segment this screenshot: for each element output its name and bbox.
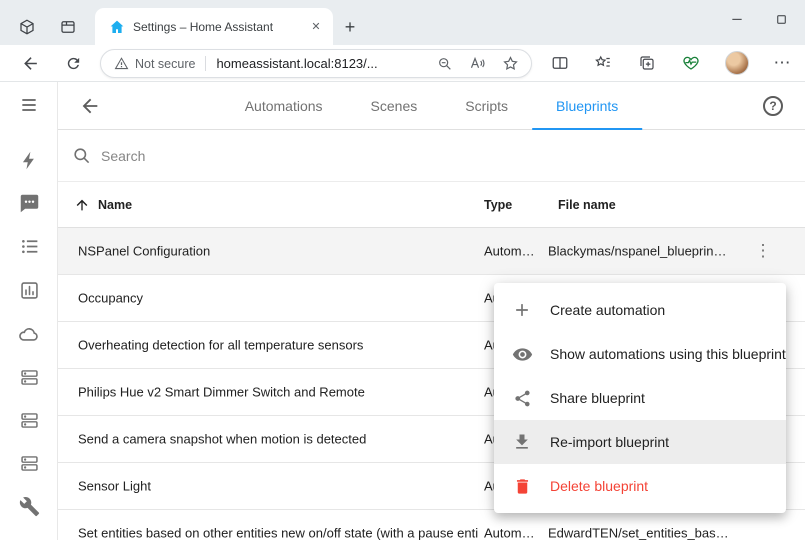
row-file: Blackymas/nspanel_blueprin… [548, 244, 726, 259]
row-name: Set entities based on other entities new… [78, 526, 478, 540]
sidebar-nas-3-icon[interactable] [18, 452, 40, 474]
browser-toolbar: Not secure homeassistant.local:8123/... … [0, 45, 805, 82]
split-screen-icon[interactable] [547, 50, 573, 76]
menu-item-create-automation[interactable]: Create automation [494, 288, 786, 332]
blueprint-context-menu: Create automation Show automations using… [494, 283, 786, 513]
browser-tab[interactable]: Settings – Home Assistant ✕ [95, 8, 333, 45]
browser-back-icon[interactable] [17, 50, 43, 76]
row-name: Occupancy [78, 291, 143, 306]
refresh-icon[interactable] [60, 50, 86, 76]
workspaces-icon[interactable] [15, 15, 39, 39]
row-name: Philips Hue v2 Smart Dimmer Switch and R… [78, 385, 365, 400]
ha-header: Automations Scenes Scripts Blueprints ? [58, 82, 805, 130]
row-type: Autom… [484, 526, 535, 540]
row-type: Autom… [484, 244, 535, 259]
menu-item-share-blueprint[interactable]: Share blueprint [494, 376, 786, 420]
new-tab-button[interactable]: + [338, 15, 362, 39]
window-maximize-button[interactable] [764, 6, 798, 32]
read-aloud-icon[interactable] [469, 55, 486, 72]
tab-close-icon[interactable]: ✕ [307, 18, 325, 36]
not-secure-warning-icon [114, 56, 129, 71]
plus-icon [510, 298, 534, 322]
tab-actions-icon[interactable] [56, 15, 80, 39]
home-assistant-favicon [109, 19, 125, 35]
search-row [58, 130, 805, 182]
menu-item-delete-blueprint[interactable]: Delete blueprint [494, 464, 786, 508]
ha-back-icon[interactable] [79, 95, 101, 117]
row-name: Overheating detection for all temperatur… [78, 338, 363, 353]
address-divider [205, 56, 206, 71]
sidebar-history-icon[interactable] [18, 279, 40, 301]
window-minimize-button[interactable] [720, 6, 754, 32]
favorite-star-icon[interactable] [502, 55, 519, 72]
sort-arrow-up-icon[interactable] [74, 197, 90, 213]
ha-sidebar [0, 82, 58, 540]
browser-essentials-icon[interactable] [678, 50, 704, 76]
trash-icon [510, 474, 534, 498]
tab-title: Settings – Home Assistant [133, 20, 307, 34]
sidebar-developer-tools-icon[interactable] [18, 495, 40, 517]
menu-item-label: Share blueprint [550, 390, 645, 406]
more-menu-icon[interactable]: ⋯ [769, 50, 795, 76]
menu-item-label: Re-import blueprint [550, 434, 669, 450]
row-name: Send a camera snapshot when motion is de… [78, 432, 366, 447]
tab-blueprints[interactable]: Blueprints [532, 82, 642, 130]
sidebar-nas-1-icon[interactable] [18, 366, 40, 388]
tab-automations[interactable]: Automations [221, 82, 347, 130]
not-secure-label: Not secure [135, 57, 195, 71]
sidebar-energy-icon[interactable] [18, 149, 40, 171]
tab-scripts[interactable]: Scripts [441, 82, 532, 130]
favorites-hub-icon[interactable] [590, 50, 616, 76]
search-icon [72, 146, 91, 165]
sidebar-cloud-icon[interactable] [18, 323, 40, 345]
row-name: Sensor Light [78, 479, 151, 494]
sidebar-logbook-icon[interactable] [18, 235, 40, 257]
help-icon[interactable]: ? [763, 96, 783, 116]
sidebar-assist-icon[interactable] [18, 192, 40, 214]
collections-icon[interactable] [634, 50, 660, 76]
column-header-file[interactable]: File name [558, 198, 616, 212]
ha-tab-bar: Automations Scenes Scripts Blueprints [221, 82, 643, 130]
row-name: NSPanel Configuration [78, 244, 210, 259]
table-row[interactable]: Set entities based on other entities new… [58, 510, 805, 540]
menu-item-reimport-blueprint[interactable]: Re-import blueprint [494, 420, 786, 464]
table-header: Name Type File name [58, 182, 805, 228]
profile-avatar[interactable] [725, 51, 749, 75]
column-header-name[interactable]: Name [98, 198, 132, 212]
row-file: EdwardTEN/set_entities_bas… [548, 526, 729, 540]
menu-item-label: Create automation [550, 302, 665, 318]
address-bar[interactable]: Not secure homeassistant.local:8123/... [100, 49, 532, 78]
row-overflow-menu-icon[interactable]: ⋮ [751, 239, 775, 263]
import-download-icon [510, 430, 534, 454]
menu-item-label: Show automations using this blueprint [550, 346, 786, 362]
zoom-out-icon[interactable] [437, 56, 453, 72]
eye-icon [510, 342, 534, 366]
menu-item-label: Delete blueprint [550, 478, 648, 494]
browser-tab-strip: Settings – Home Assistant ✕ + [0, 0, 805, 45]
share-icon [510, 386, 534, 410]
column-header-type[interactable]: Type [484, 198, 512, 212]
menu-item-show-automations[interactable]: Show automations using this blueprint [494, 332, 786, 376]
tab-scenes[interactable]: Scenes [347, 82, 442, 130]
table-row[interactable]: NSPanel Configuration Autom… Blackymas/n… [58, 228, 805, 275]
sidebar-nas-2-icon[interactable] [18, 409, 40, 431]
menu-hamburger-icon[interactable] [18, 94, 40, 116]
url-text: homeassistant.local:8123/... [216, 56, 377, 71]
search-input[interactable] [101, 148, 805, 164]
